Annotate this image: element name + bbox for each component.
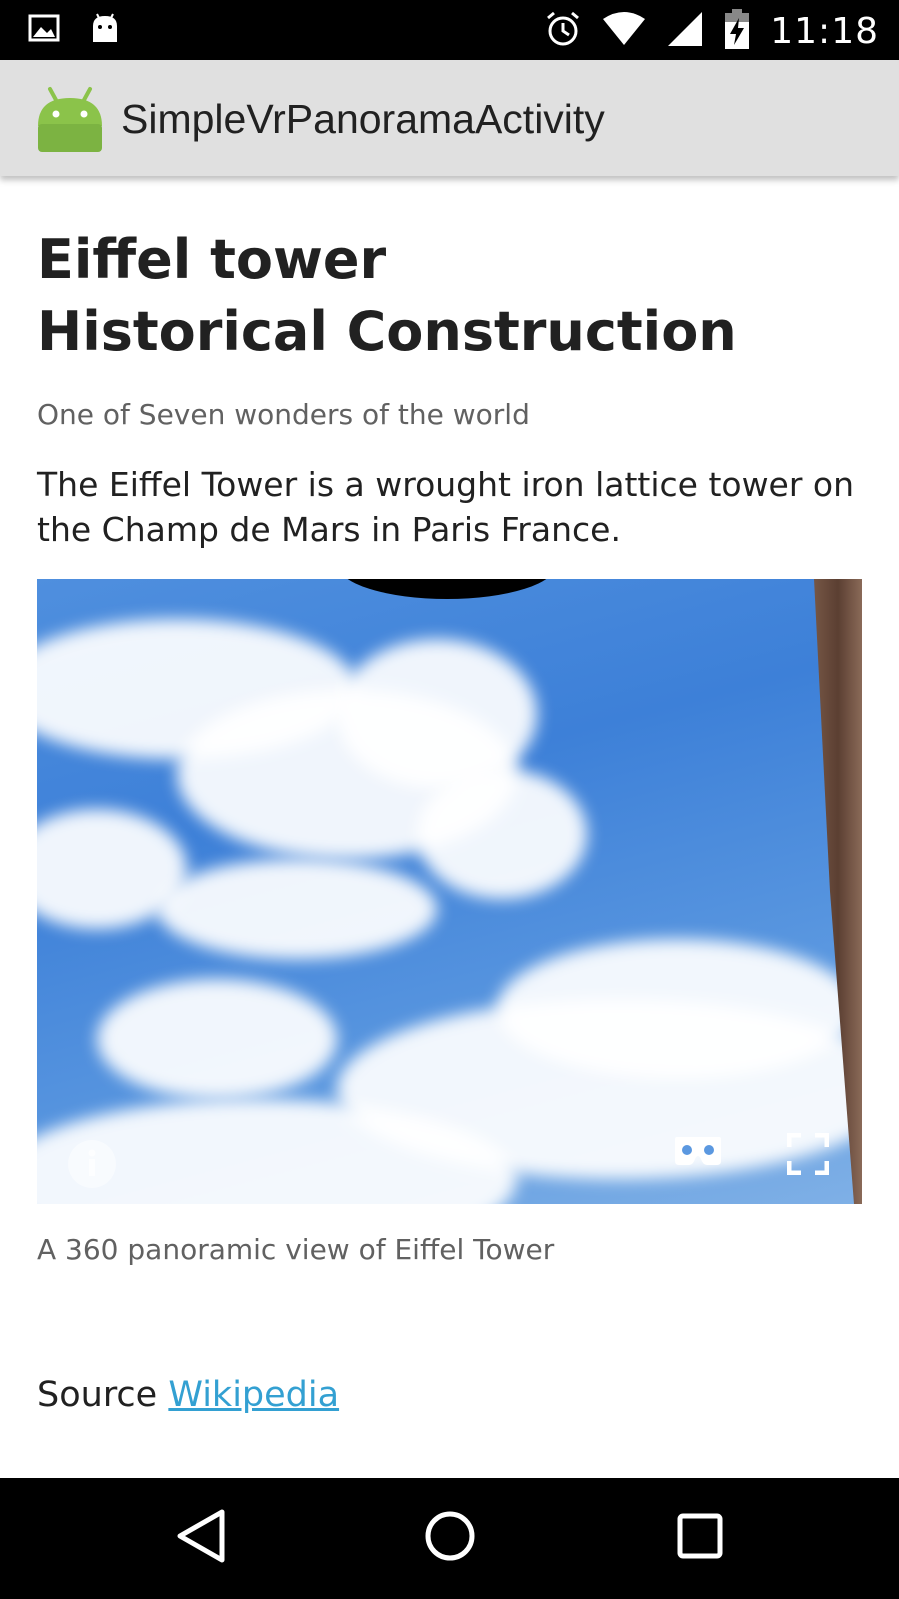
cloud — [417, 769, 587, 899]
cloud — [97, 979, 337, 1099]
back-icon[interactable] — [174, 1506, 228, 1571]
cloud — [497, 939, 857, 1079]
android-notification-icon — [88, 12, 122, 51]
alarm-icon — [544, 10, 582, 53]
panorama-caption: A 360 panoramic view of Eiffel Tower — [37, 1233, 555, 1266]
vr-panorama-view[interactable] — [37, 579, 862, 1204]
battery-charging-icon — [724, 8, 750, 55]
cellular-signal-icon — [666, 10, 704, 53]
cloud — [337, 639, 537, 789]
navigation-bar — [0, 1478, 899, 1599]
fullscreen-icon[interactable] — [786, 1132, 830, 1180]
article-body: The Eiffel Tower is a wrought iron latti… — [37, 465, 855, 549]
image-notification-icon — [28, 12, 60, 51]
status-time: 11:18 — [770, 11, 879, 52]
article-title: Eiffel tower Historical Construction — [37, 224, 862, 368]
article-title-line2: Historical Construction — [37, 300, 737, 363]
wikipedia-link[interactable]: Wikipedia — [168, 1375, 339, 1415]
android-launcher-icon — [36, 86, 104, 159]
article-subtitle: One of Seven wonders of the world — [37, 398, 530, 431]
app-title: SimpleVrPanoramaActivity — [121, 96, 605, 142]
recents-icon[interactable] — [675, 1506, 725, 1571]
status-bar: 11:18 — [0, 0, 899, 60]
article-title-line1: Eiffel tower — [37, 228, 387, 291]
cloud — [157, 859, 437, 959]
cardboard-vr-icon[interactable] — [673, 1133, 723, 1176]
app-bar: SimpleVrPanoramaActivity — [0, 60, 899, 176]
wifi-icon — [602, 11, 646, 52]
info-icon[interactable] — [67, 1139, 117, 1194]
source-line: Source Wikipedia — [37, 1375, 339, 1415]
panorama-pole — [337, 579, 557, 599]
source-label: Source — [37, 1375, 158, 1415]
home-icon[interactable] — [422, 1506, 478, 1571]
